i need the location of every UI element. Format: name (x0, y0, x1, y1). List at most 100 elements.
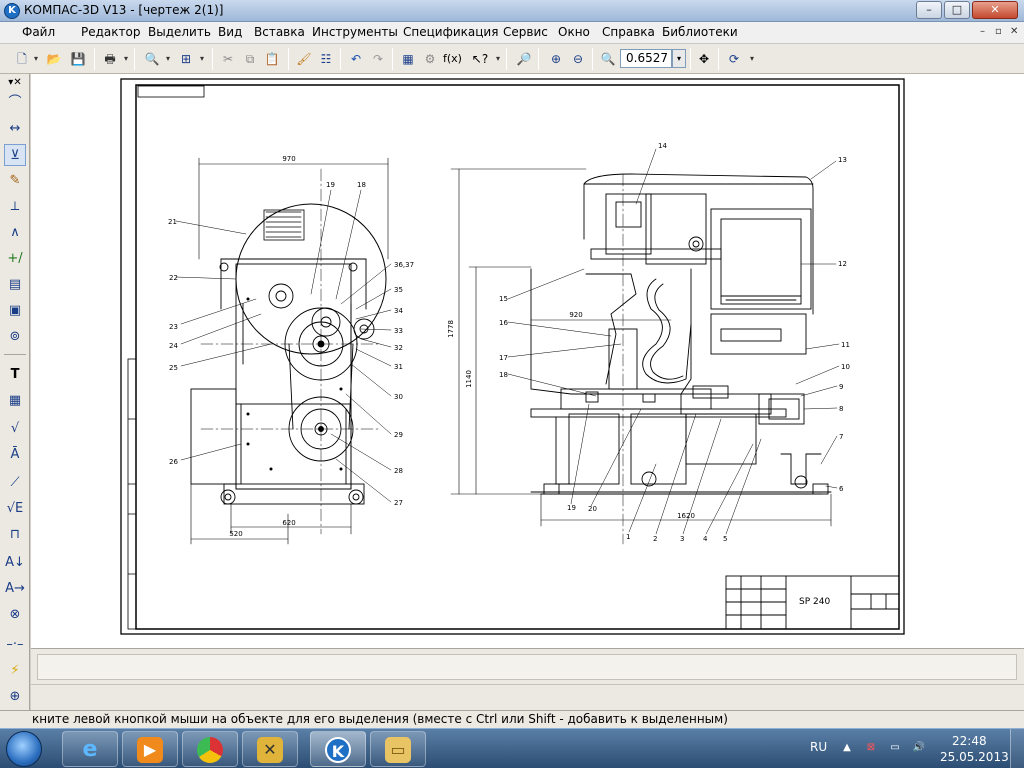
doc-restore-button[interactable]: ▫ (995, 26, 1002, 37)
menu-libraries[interactable]: Библиотеки (662, 25, 738, 39)
taskbar-ie[interactable]: e (62, 731, 118, 767)
zoom-scale-input[interactable]: 0.6527 (620, 49, 672, 68)
copy-icon[interactable]: ⧉ (240, 49, 260, 69)
select-icon[interactable]: +/ (4, 248, 26, 270)
print-dropdown-icon[interactable]: ▾ (122, 49, 130, 69)
variables-icon[interactable]: f(x) (442, 49, 462, 69)
taskbar-media-player[interactable]: ▶ (122, 731, 178, 767)
maximize-button[interactable]: □ (944, 1, 970, 19)
menu-window[interactable]: Окно (558, 25, 590, 39)
menu-service[interactable]: Сервис (503, 25, 548, 39)
spec-icon[interactable]: ▣ (4, 300, 26, 322)
associative-views-icon[interactable]: ▤ (4, 274, 26, 296)
special-control-panel (31, 684, 1024, 710)
new-dropdown-icon[interactable]: ▾ (32, 49, 40, 69)
properties-icon[interactable]: ☷ (316, 49, 336, 69)
parametrization-icon[interactable]: ⟂ (4, 196, 26, 218)
library-icon[interactable]: ⚙ (420, 49, 440, 69)
dim-970: 970 (282, 155, 295, 163)
section-line-icon[interactable]: ⊓ (4, 524, 26, 546)
doc-close-button[interactable]: ✕ (1010, 26, 1018, 37)
menu-file[interactable]: Файл (22, 25, 55, 39)
geometry-icon[interactable]: ⌒ (4, 92, 26, 114)
print-icon[interactable]: 🖶 (100, 49, 120, 69)
property-panel-area[interactable] (37, 654, 1017, 680)
drawing-canvas[interactable]: 970 620 520 21 22 23 24 25 26 19 18 36,3… (31, 74, 1024, 648)
open-icon[interactable]: 📂 (44, 49, 64, 69)
tolerance-icon[interactable]: √E (4, 498, 26, 520)
close-button[interactable]: ✕ (972, 1, 1018, 19)
text-icon[interactable]: T (4, 364, 26, 386)
dim-620: 620 (282, 519, 295, 527)
tray-arrow-icon[interactable]: ▲ (840, 741, 854, 755)
axis-arrow-icon[interactable]: A→ (4, 578, 26, 600)
refresh-icon[interactable]: ⟳ (724, 49, 744, 69)
preview-icon[interactable]: 🔍 (142, 49, 162, 69)
manager-icon[interactable]: ▦ (398, 49, 418, 69)
cut-icon[interactable]: ✂ (218, 49, 238, 69)
zoom-dropdown-icon[interactable]: ▾ (672, 49, 686, 68)
status-message: кните левой кнопкой мыши на объекте для … (32, 712, 728, 726)
taskbar-chrome[interactable] (182, 731, 238, 767)
callout-30: 30 (394, 393, 403, 401)
zoom-out-icon[interactable]: ⊖ (568, 49, 588, 69)
kompas-app-icon[interactable]: K (4, 3, 20, 19)
dimensions-icon[interactable]: ↔ (4, 118, 26, 140)
menu-select[interactable]: Выделить (148, 25, 211, 39)
axis-line-icon[interactable]: –·– (4, 634, 26, 656)
center-mark-icon[interactable]: ⊗ (4, 604, 26, 626)
menu-help[interactable]: Справка (602, 25, 655, 39)
reports-icon[interactable]: ⊚ (4, 326, 26, 348)
start-button[interactable] (6, 731, 42, 767)
menu-specification[interactable]: Спецификация (403, 25, 498, 39)
edit-icon[interactable]: ✎ (4, 170, 26, 192)
zoom-window-icon[interactable]: 🔎 (514, 49, 534, 69)
page-setup-icon[interactable]: ⊞ (176, 49, 196, 69)
help-pointer-icon[interactable]: ↖? (470, 49, 490, 69)
monitor-icon[interactable]: ▭ (888, 741, 902, 755)
kompas-icon: K (325, 737, 351, 763)
explorer-icon: ▭ (385, 737, 411, 763)
callout-10: 10 (841, 363, 850, 371)
undo-icon[interactable]: ↶ (346, 49, 366, 69)
paste-icon[interactable]: 📋 (262, 49, 282, 69)
table-icon[interactable]: ▦ (4, 390, 26, 412)
page-setup-dropdown-icon[interactable]: ▾ (198, 49, 206, 69)
lightning-icon[interactable]: ⚡ (4, 660, 26, 682)
callout-28: 28 (394, 467, 403, 475)
pan-icon[interactable]: ✥ (694, 49, 714, 69)
taskbar-explorer[interactable]: ▭ (370, 731, 426, 767)
preview-dropdown-icon[interactable]: ▾ (164, 49, 172, 69)
minimize-button[interactable]: – (916, 1, 942, 19)
zoom-scale-icon[interactable]: 🔍 (598, 49, 618, 69)
toolbar-overflow2-icon[interactable]: ▾ (748, 49, 756, 69)
measure-icon[interactable]: ∧ (4, 222, 26, 244)
format-brush-icon[interactable]: 🖌 (294, 49, 314, 69)
panel-close-icon[interactable]: ▾✕ (2, 76, 28, 90)
redo-icon[interactable]: ↷ (368, 49, 388, 69)
menu-tools[interactable]: Инструменты (312, 25, 398, 39)
roughness-icon[interactable]: √ (4, 418, 26, 440)
view-arrow-icon[interactable]: A↓ (4, 552, 26, 574)
doc-minimize-button[interactable]: – (980, 26, 985, 37)
show-desktop-button[interactable] (1010, 729, 1024, 768)
notation-icon[interactable]: ⊻ (4, 144, 26, 166)
base-icon[interactable]: Ā (4, 444, 26, 466)
network-icon[interactable]: ⊠ (864, 741, 878, 755)
callout-3: 3 (680, 535, 684, 543)
clock-time[interactable]: 22:48 (952, 734, 987, 748)
taskbar-kompas[interactable]: K (310, 731, 366, 767)
clock-date[interactable]: 25.05.2013 (940, 750, 1009, 764)
menu-insert[interactable]: Вставка (254, 25, 305, 39)
leader-icon[interactable]: ⟋ (4, 472, 26, 494)
volume-icon[interactable]: 🔊 (912, 741, 926, 755)
toolbar-overflow-icon[interactable]: ▾ (494, 49, 502, 69)
taskbar-games[interactable]: ✕ (242, 731, 298, 767)
save-icon[interactable]: 💾 (68, 49, 88, 69)
language-indicator[interactable]: RU (810, 740, 827, 754)
snap-icon[interactable]: ⊕ (4, 686, 26, 708)
new-icon[interactable]: 🗋 (12, 49, 32, 69)
zoom-in-icon[interactable]: ⊕ (546, 49, 566, 69)
menu-editor[interactable]: Редактор (81, 25, 140, 39)
menu-view[interactable]: Вид (218, 25, 242, 39)
